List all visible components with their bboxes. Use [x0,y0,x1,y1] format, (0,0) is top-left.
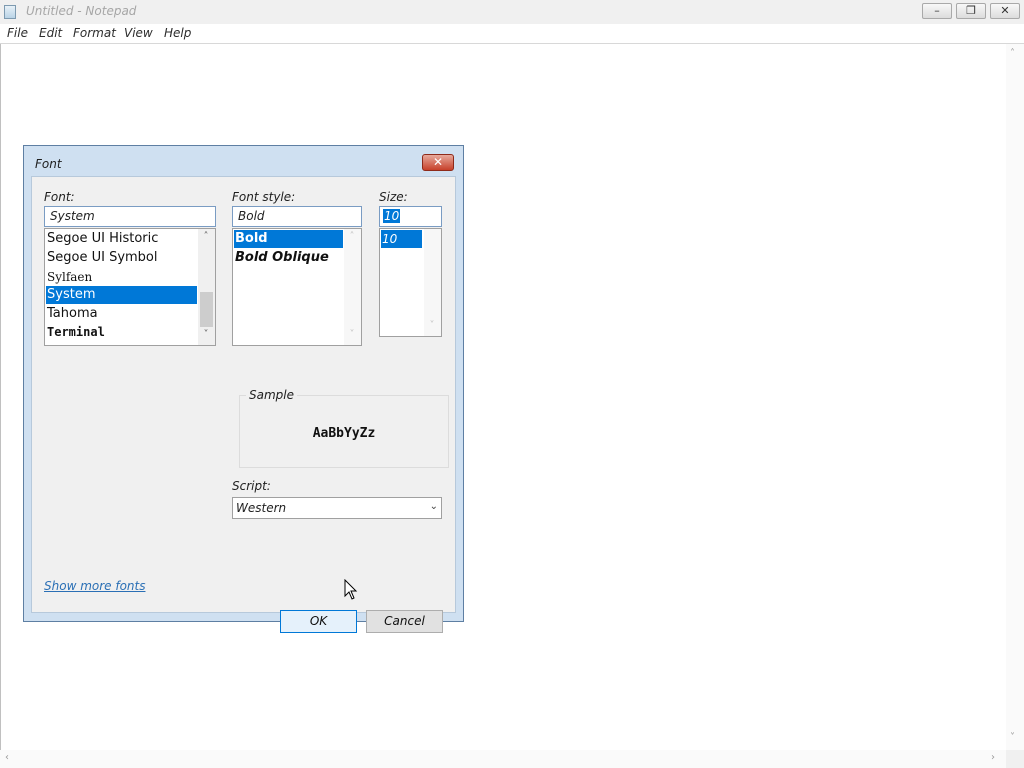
font-style-input[interactable]: Bold [232,206,362,227]
scroll-left-icon[interactable]: ‹ [5,752,9,763]
font-style-label: Font style: [232,190,296,204]
font-name-input[interactable]: System [44,206,216,227]
font-list-item[interactable]: Segoe UI Historic [46,230,197,248]
style-list-item-selected[interactable]: Bold [234,230,343,248]
size-list-scrollbar: ˅ [424,229,441,336]
font-size-input-selection: 10 [383,209,401,223]
scrollbar-corner [1006,750,1024,768]
cancel-button[interactable]: Cancel [366,610,443,633]
size-label: Size: [379,190,408,204]
sample-preview-text: AaBbYyZz [312,426,376,441]
dialog-title: Font [35,157,62,171]
font-dialog: Font ✕ Font: System Segoe UI Historic Se… [23,145,464,633]
scroll-right-icon[interactable]: › [991,752,995,763]
font-list-up-icon[interactable]: ˄ [201,231,211,242]
font-size-list[interactable]: 10 ˅ [379,228,442,337]
notepad-app-icon [4,5,16,19]
font-list-item[interactable]: Sylfaen [46,268,197,286]
sample-group: Sample AaBbYyZz [239,388,449,468]
mouse-cursor-icon [344,579,358,600]
scroll-up-icon[interactable]: ˄ [1010,48,1015,59]
dialog-body: Font: System Segoe UI Historic Segoe UI … [31,176,456,633]
script-label: Script: [232,479,271,493]
font-size-input[interactable]: 10 [379,206,442,227]
style-list-scrollbar: ˄ ˅ [344,229,361,345]
size-list-down-icon: ˅ [429,320,435,331]
style-list-up-icon: ˄ [349,231,355,242]
font-label: Font: [44,190,75,204]
menu-bar: File Edit Format View Help [0,24,1024,44]
close-window-button[interactable]: ✕ [990,3,1020,19]
show-more-fonts-link[interactable]: Show more fonts [44,579,145,593]
font-list[interactable]: Segoe UI Historic Segoe UI Symbol Sylfae… [44,228,216,346]
font-list-item[interactable]: Terminal [46,323,197,341]
style-list-item[interactable]: Bold Oblique [234,249,343,267]
font-style-list[interactable]: Bold Bold Oblique ˄ ˅ [232,228,362,346]
font-list-scroll-thumb[interactable] [200,292,213,327]
window-title: Untitled - Notepad [26,4,137,18]
dialog-close-button[interactable]: ✕ [422,154,454,171]
font-list-item[interactable]: Segoe UI Symbol [46,249,197,267]
menu-format[interactable]: Format [73,26,116,40]
chevron-down-icon[interactable]: ⌄ [430,501,438,512]
font-list-down-icon[interactable]: ˅ [201,329,211,340]
editor-vertical-scrollbar[interactable]: ˄ ˅ [1006,44,1024,750]
menu-help[interactable]: Help [164,26,191,40]
font-list-item[interactable]: Tahoma [46,305,197,323]
restore-button[interactable]: ❐ [956,3,986,19]
minimize-button[interactable]: – [922,3,952,19]
size-list-item-selected[interactable]: 10 [381,230,422,248]
ok-button[interactable]: OK [280,610,357,633]
menu-edit[interactable]: Edit [39,26,62,40]
style-list-down-icon: ˅ [349,329,355,340]
font-list-item-selected[interactable]: System [46,286,197,304]
menu-view[interactable]: View [124,26,153,40]
script-selected-value: Western [236,501,287,515]
notepad-titlebar: Untitled - Notepad – ❐ ✕ [0,0,1024,25]
scroll-down-icon[interactable]: ˅ [1010,732,1015,743]
script-dropdown[interactable]: Western ⌄ [232,497,442,519]
editor-horizontal-scrollbar[interactable]: ‹ › [0,750,1006,768]
font-list-scrollbar[interactable]: ˄ ˅ [198,229,215,345]
menu-file[interactable]: File [7,26,28,40]
sample-label: Sample [246,388,297,402]
